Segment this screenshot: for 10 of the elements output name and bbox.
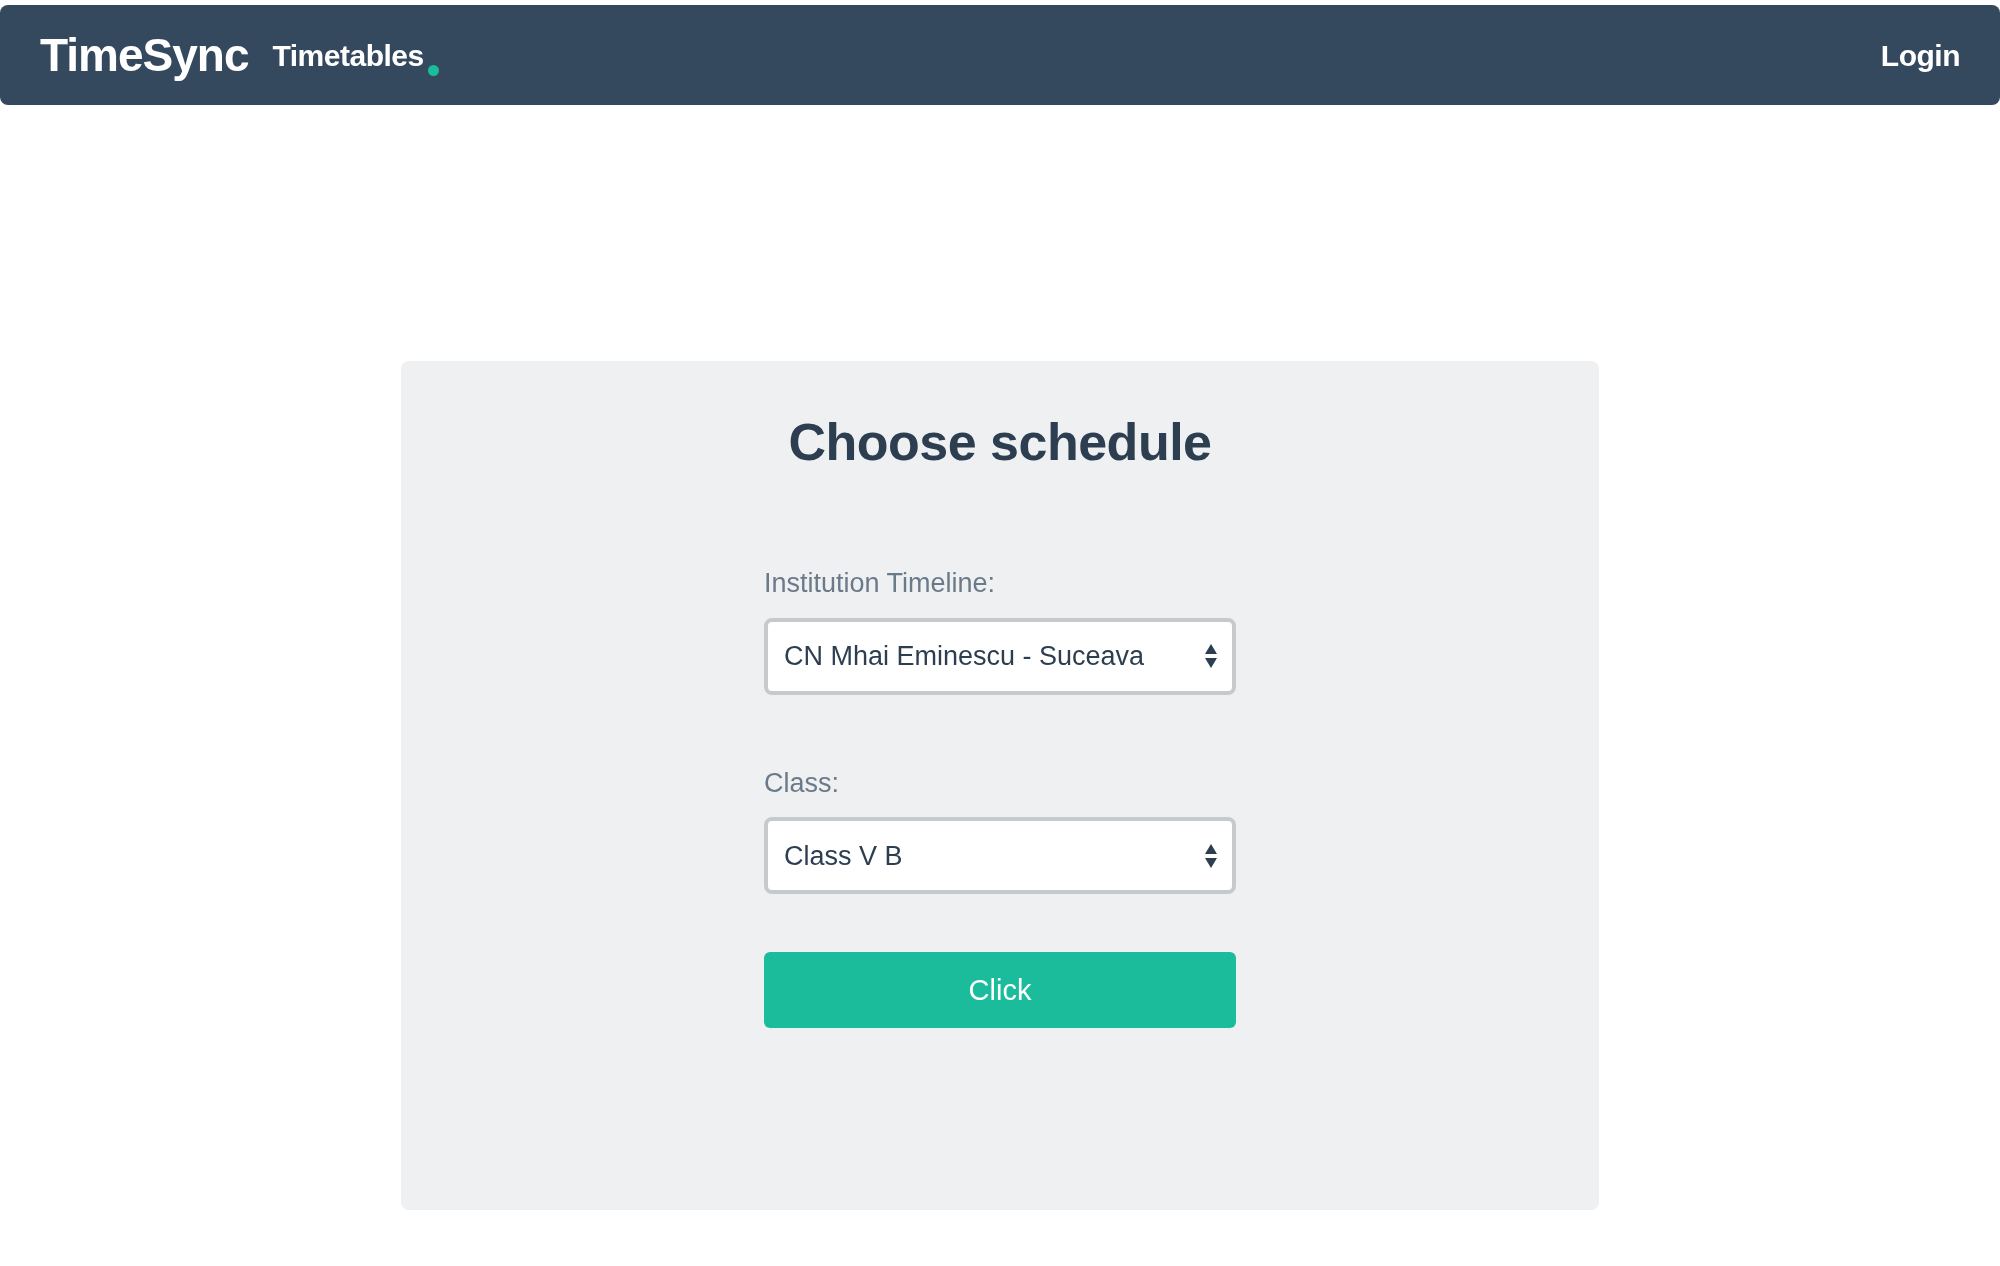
sort-arrows-icon xyxy=(1204,643,1218,670)
field-label: Institution Timeline: xyxy=(764,567,997,601)
nav-link[interactable]: Timetables xyxy=(272,32,424,78)
page-title: Choose schedule xyxy=(787,412,1213,473)
sort-arrows-icon xyxy=(1204,842,1218,869)
login-link[interactable]: Login xyxy=(1880,32,1960,78)
field-label: Class: xyxy=(764,766,840,800)
dropdown-field[interactable]: CN Mhai Eminescu - Suceava xyxy=(764,617,1236,695)
dropdown-field[interactable]: Class V B xyxy=(764,817,1236,895)
brand-logo[interactable]: TimeSync xyxy=(40,20,249,90)
